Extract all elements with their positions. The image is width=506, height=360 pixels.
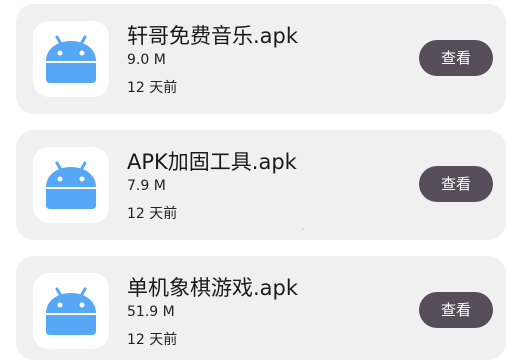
view-button[interactable]: 查看 bbox=[419, 166, 493, 202]
file-card[interactable]: 单机象棋游戏.apk 51.9 M 12 天前 查看 bbox=[16, 256, 506, 360]
file-name: 单机象棋游戏.apk bbox=[127, 276, 299, 300]
file-list: 轩哥免费音乐.apk 9.0 M 12 天前 查看 APK加固工具.apk 7.… bbox=[0, 0, 506, 360]
android-icon bbox=[33, 21, 109, 97]
file-size: 7.9 M bbox=[127, 178, 166, 194]
file-size: 51.9 M bbox=[127, 304, 175, 320]
file-date: 12 天前 bbox=[127, 80, 178, 96]
file-size: 9.0 M bbox=[127, 52, 166, 68]
file-card[interactable]: 轩哥免费音乐.apk 9.0 M 12 天前 查看 bbox=[16, 4, 506, 114]
separator-dot bbox=[302, 228, 304, 230]
android-icon bbox=[33, 147, 109, 223]
view-button[interactable]: 查看 bbox=[419, 292, 493, 328]
file-name: APK加固工具.apk bbox=[127, 150, 297, 174]
file-card[interactable]: APK加固工具.apk 7.9 M 12 天前 查看 bbox=[16, 130, 506, 240]
view-button[interactable]: 查看 bbox=[419, 40, 493, 76]
file-date: 12 天前 bbox=[127, 332, 178, 348]
file-date: 12 天前 bbox=[127, 206, 178, 222]
file-name: 轩哥免费音乐.apk bbox=[127, 24, 299, 48]
android-icon bbox=[33, 273, 109, 349]
